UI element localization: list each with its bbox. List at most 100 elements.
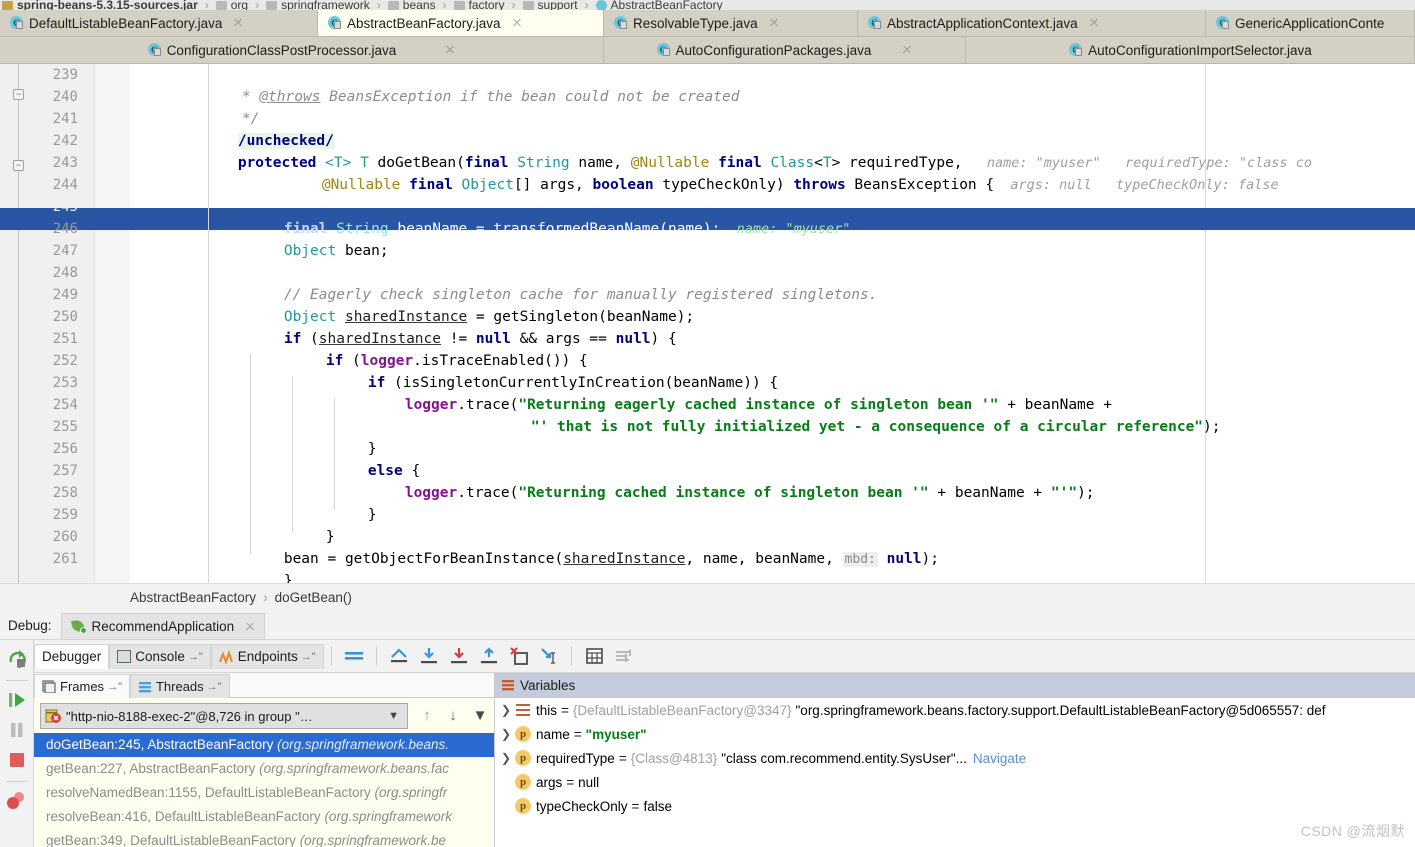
code-line-243[interactable]: @Nullable final Object[] args, boolean t… (130, 152, 1415, 193)
code-editor[interactable]: − − 239 240 241 242 243 244 245 246 247 … (0, 64, 1415, 583)
code-line-252[interactable]: if (isSingletonCurrentlyInCreation(beanN… (130, 350, 1415, 391)
frame-item[interactable]: resolveBean:416, DefaultListableBeanFact… (34, 805, 494, 829)
variable-row-args[interactable]: ❯ p args = null (495, 770, 1415, 794)
code-line-245[interactable]: final String beanName = transformedBeanN… (130, 196, 1415, 237)
show-execution-point-icon[interactable] (386, 644, 412, 668)
code-line-251[interactable]: if (logger.isTraceEnabled()) { (130, 328, 1415, 369)
variable-row-typeCheckOnly[interactable]: ❯ p typeCheckOnly = false (495, 794, 1415, 818)
line-number-row: 259 (0, 504, 95, 526)
frame-item[interactable]: getBean:349, DefaultListableBeanFactory … (34, 829, 494, 847)
code-line-256[interactable]: else { (130, 438, 1415, 479)
parameter-icon: p (515, 726, 531, 742)
frame-item[interactable]: resolveNamedBean:1155, DefaultListableBe… (34, 781, 494, 805)
breadcrumb-separator: › (255, 0, 260, 10)
breadcrumb-method[interactable]: doGetBean() (275, 590, 352, 605)
stop-icon[interactable] (4, 747, 30, 773)
tab-AbstractApplicationContext[interactable]: C AbstractApplicationContext.java (858, 10, 1206, 36)
editor-fold-column[interactable] (95, 64, 130, 583)
arrow-down-icon[interactable]: ↓ (440, 707, 466, 724)
frame-item[interactable]: getBean:227, AbstractBeanFactory (org.sp… (34, 757, 494, 781)
close-icon[interactable] (232, 17, 244, 29)
tab-label: ConfigurationClassPostProcessor.java (166, 42, 397, 58)
view-breakpoints-icon[interactable] (4, 788, 30, 814)
tab-threads[interactable]: Threads →" (129, 674, 230, 698)
code-line-250[interactable]: if (sharedInstance != null && args == nu… (130, 306, 1415, 347)
pin-icon[interactable]: →" (107, 681, 122, 693)
breadcrumb-separator: › (376, 0, 381, 10)
close-icon[interactable] (1088, 17, 1100, 29)
mute-breakpoints-icon[interactable] (341, 644, 367, 668)
code-line-248[interactable]: // Eagerly check singleton cache for man… (130, 262, 1415, 303)
tab-DefaultListableBeanFactory[interactable]: C DefaultListableBeanFactory.java (0, 10, 318, 36)
pin-icon[interactable]: →" (207, 681, 222, 693)
code-line-244[interactable] (130, 174, 1415, 196)
code-line-253[interactable]: logger.trace("Returning eagerly cached i… (130, 372, 1415, 413)
chevron-right-icon[interactable]: ❯ (499, 751, 513, 765)
variable-row-requiredType[interactable]: ❯ p requiredType = {Class@4813} "class c… (495, 746, 1415, 770)
variable-row-name[interactable]: ❯ p name = "myuser" (495, 722, 1415, 746)
frame-item[interactable]: doGetBean:245, AbstractBeanFactory (org.… (34, 733, 494, 757)
tab-debugger[interactable]: Debugger (34, 643, 110, 669)
code-line-242[interactable]: protected <T> T doGetBean(final String n… (130, 130, 1415, 171)
code-line-246[interactable]: Object bean; (130, 218, 1415, 259)
tab-frames[interactable]: Frames →" (34, 674, 130, 698)
spring-leaf-icon (70, 619, 87, 634)
code-line-255[interactable]: } (130, 416, 1415, 457)
step-into-icon[interactable] (446, 644, 472, 668)
tab-AutoConfigurationImportSelector[interactable]: C AutoConfigurationImportSelector.java (966, 37, 1415, 63)
breadcrumb-item-jar[interactable]: spring-beans-5.3.15-sources.jar (0, 0, 200, 10)
thread-selector[interactable]: "http-nio-8188-exec-2"@8,726 in group "…… (40, 703, 408, 729)
step-out-icon[interactable] (476, 644, 502, 668)
chevron-right-icon[interactable]: ❯ (499, 727, 513, 741)
breadcrumb-item-beans[interactable]: beans (386, 0, 438, 10)
close-icon[interactable] (444, 44, 456, 56)
code-line-257[interactable]: logger.trace("Returning cached instance … (130, 460, 1415, 501)
resume-program-icon[interactable] (4, 687, 30, 713)
breadcrumb-item-factory[interactable]: factory (452, 0, 507, 10)
parameter-icon: p (515, 798, 531, 814)
close-icon[interactable] (768, 17, 780, 29)
close-icon[interactable] (511, 17, 523, 29)
chevron-right-icon[interactable]: ❯ (499, 703, 513, 717)
breadcrumb-item-support[interactable]: support (521, 0, 580, 10)
debug-session-tab[interactable]: RecommendApplication (60, 613, 266, 639)
run-to-cursor-icon[interactable] (536, 644, 562, 668)
tab-AbstractBeanFactory[interactable]: C AbstractBeanFactory.java (318, 10, 604, 36)
breadcrumb-class[interactable]: AbstractBeanFactory (130, 590, 256, 605)
variable-row-this[interactable]: ❯ this = {DefaultListableBeanFactory@334… (495, 698, 1415, 722)
pin-icon[interactable]: →" (301, 651, 316, 663)
code-line-249[interactable]: Object sharedInstance = getSingleton(bea… (130, 284, 1415, 325)
tab-ResolvableType[interactable]: C ResolvableType.java (604, 10, 858, 36)
tab-endpoints[interactable]: Endpoints →" (210, 643, 324, 669)
step-over-icon[interactable] (416, 644, 442, 668)
drop-frame-icon[interactable] (506, 644, 532, 668)
filter-icon[interactable]: ▼ (466, 707, 494, 724)
code-line-258[interactable]: } (130, 482, 1415, 523)
tab-console[interactable]: Console →" (109, 643, 211, 669)
pin-icon[interactable]: →" (188, 651, 203, 663)
code-line-259[interactable]: } (130, 504, 1415, 545)
frames-list[interactable]: doGetBean:245, AbstractBeanFactory (org.… (34, 733, 494, 847)
chevron-down-icon[interactable]: ▼ (384, 710, 403, 722)
close-icon[interactable] (244, 621, 256, 633)
breadcrumb-item-org[interactable]: org (214, 0, 250, 10)
code-line-260[interactable]: bean = getObjectForBeanInstance(sharedIn… (130, 526, 1415, 567)
settings-icon[interactable] (611, 644, 637, 668)
navigate-link[interactable]: Navigate (967, 751, 1026, 766)
breadcrumb-item-springframework[interactable]: springframework (264, 0, 372, 10)
code-line-240[interactable]: */ (130, 86, 1415, 127)
code-line-241[interactable]: /unchecked/ (130, 108, 1415, 149)
code-line-261[interactable]: } (130, 548, 1415, 583)
code-line-254[interactable]: "' that is not fully initialized yet - a… (130, 394, 1415, 435)
code-line-247[interactable] (130, 240, 1415, 262)
pause-program-icon[interactable] (4, 717, 30, 743)
code-line-239[interactable]: * @throws BeansException if the bean cou… (130, 64, 1415, 105)
close-icon[interactable] (901, 44, 913, 56)
evaluate-expression-icon[interactable] (581, 644, 607, 668)
breadcrumb-item-class[interactable]: AbstractBeanFactory (594, 0, 725, 10)
tab-GenericApplicationContext[interactable]: C GenericApplicationConte (1206, 10, 1415, 36)
rerun-icon[interactable] (4, 646, 30, 672)
tab-AutoConfigurationPackages[interactable]: C AutoConfigurationPackages.java (604, 37, 966, 63)
tab-ConfigurationClassPostProcessor[interactable]: C ConfigurationClassPostProcessor.java (0, 37, 604, 63)
arrow-up-icon[interactable]: ↑ (414, 707, 440, 724)
